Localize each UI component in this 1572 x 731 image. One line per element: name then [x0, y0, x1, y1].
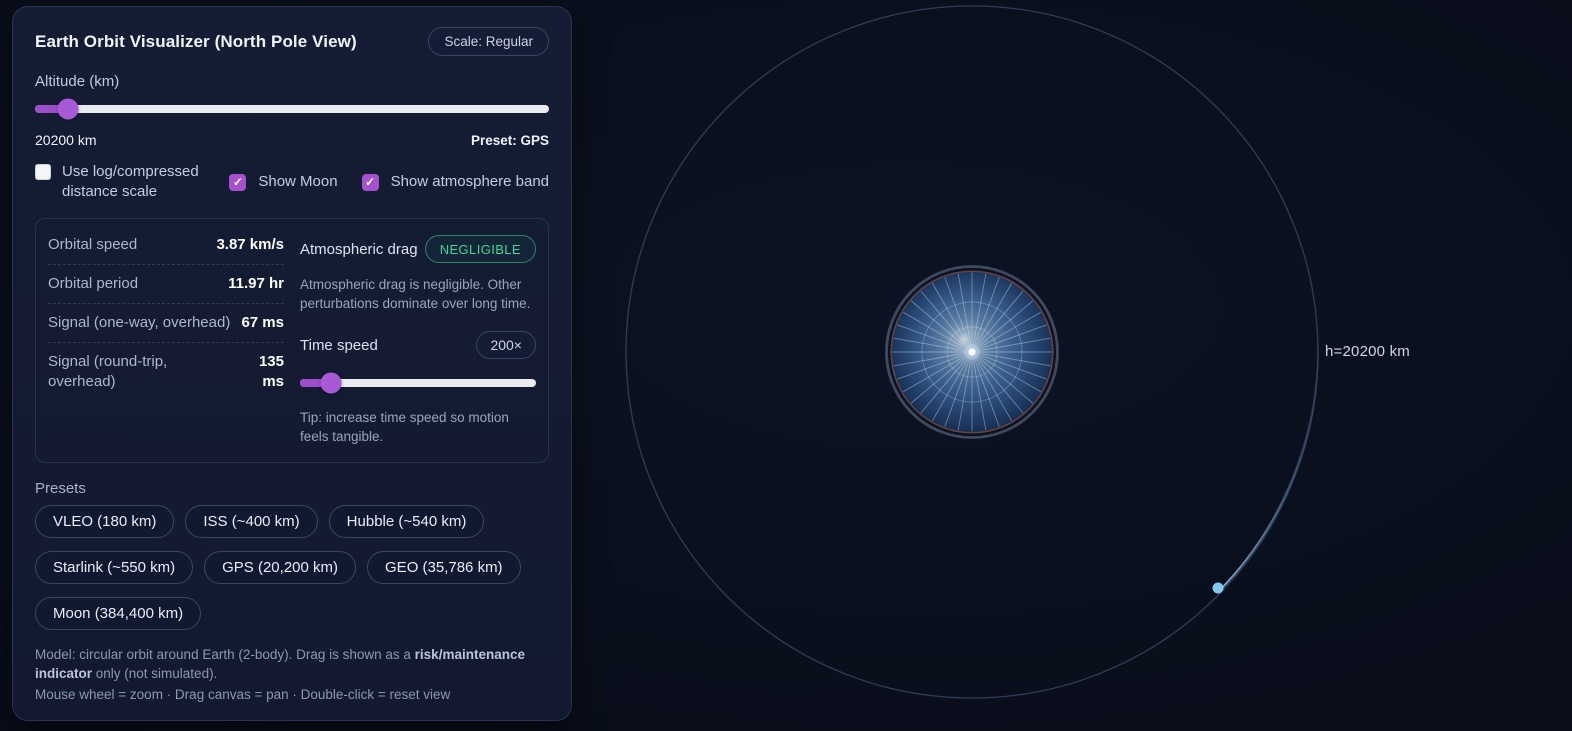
drag-status-badge: NEGLIGIBLE — [424, 235, 536, 263]
model-note-text: Model: circular orbit around Earth (2-bo… — [35, 647, 415, 662]
toggles-row: ✓ Use log/compressed distance scale ✓ Sh… — [35, 162, 549, 202]
stat-label: Orbital period — [48, 275, 139, 292]
drag-description: Atmospheric drag is negligible. Other pe… — [300, 277, 531, 311]
show-moon-checkbox[interactable]: ✓ — [229, 173, 247, 191]
preset-button-starlink[interactable]: Starlink (~550 km) — [35, 551, 194, 584]
time-speed-label: Time speed — [300, 336, 378, 354]
stat-row: Orbital speed 3.87 km/s — [48, 233, 284, 265]
preset-button-moon[interactable]: Moon (384,400 km) — [35, 597, 202, 630]
altitude-slider-track[interactable] — [35, 104, 549, 113]
altitude-slider-thumb[interactable] — [57, 98, 79, 119]
show-atmosphere-checkbox[interactable]: ✓ — [361, 173, 379, 191]
altitude-value: 20200 km — [35, 132, 97, 148]
altitude-values-row: 20200 km Preset: GPS — [35, 132, 549, 148]
preset-button-vleo[interactable]: VLEO (180 km) — [35, 505, 175, 538]
scale-mode-badge[interactable]: Scale: Regular — [428, 27, 549, 56]
orbit-trail — [1219, 320, 1319, 591]
stat-value: 135 ms — [258, 353, 284, 390]
stat-row: Signal (one-way, overhead) 67 ms — [48, 304, 284, 343]
time-speed-slider[interactable] — [300, 372, 536, 393]
active-preset-label: Preset: GPS — [470, 133, 549, 148]
stat-value: 3.87 km/s — [216, 236, 284, 253]
atmospheric-drag-label: Atmospheric drag — [300, 240, 418, 258]
stat-value: 11.97 hr — [228, 275, 284, 292]
preset-button-hubble[interactable]: Hubble (~540 km) — [328, 505, 485, 538]
presets-heading: Presets — [35, 480, 86, 497]
preset-button-gps[interactable]: GPS (20,200 km) — [204, 551, 357, 584]
time-speed-row: Time speed 200× — [300, 331, 536, 359]
preset-button-iss[interactable]: ISS (~400 km) — [185, 505, 318, 538]
toggle-show-moon[interactable]: ✓ Show Moon — [229, 172, 338, 192]
page-title: Earth Orbit Visualizer (North Pole View) — [35, 31, 357, 51]
toggle-label: Show Moon — [258, 173, 338, 190]
panel-header: Earth Orbit Visualizer (North Pole View)… — [35, 27, 549, 56]
drag-and-time-section: Atmospheric drag NEGLIGIBLE Atmospheric … — [300, 233, 536, 446]
stat-value: 67 ms — [241, 314, 284, 331]
checkmark-icon: ✓ — [232, 175, 243, 189]
toggle-label: Use log/compressed distance scale — [62, 163, 199, 200]
mouse-hints: Mouse wheel = zoom · Drag canvas = pan ·… — [35, 687, 451, 702]
atmospheric-drag-row: Atmospheric drag NEGLIGIBLE — [300, 235, 536, 263]
orbit-altitude-label: h=20200 km — [1325, 343, 1410, 360]
model-note-suffix: only (not simulated). — [92, 666, 218, 681]
control-panel: Earth Orbit Visualizer (North Pole View)… — [12, 6, 572, 721]
time-speed-badge: 200× — [476, 331, 536, 359]
log-scale-checkbox[interactable]: ✓ — [35, 164, 51, 180]
stats-card: Orbital speed 3.87 km/s Orbital period 1… — [35, 218, 549, 463]
stat-row: Orbital period 11.97 hr — [48, 265, 284, 304]
satellite-dot — [1212, 582, 1224, 594]
altitude-label: Altitude (km) — [35, 73, 120, 90]
time-slider-thumb[interactable] — [320, 372, 342, 393]
stats-list: Orbital speed 3.87 km/s Orbital period 1… — [48, 233, 284, 446]
stat-row: Signal (round-trip, overhead) 135 ms — [48, 343, 284, 401]
stat-label: Signal (round-trip, overhead) — [48, 353, 168, 390]
checkmark-icon: ✓ — [365, 175, 376, 189]
time-speed-tip: Tip: increase time speed so motion feels… — [300, 410, 509, 444]
presets-group: VLEO (180 km) ISS (~400 km) Hubble (~540… — [35, 505, 549, 630]
toggle-label: Show atmosphere band — [390, 173, 549, 190]
footer-notes: Model: circular orbit around Earth (2-bo… — [35, 645, 549, 704]
preset-button-geo[interactable]: GEO (35,786 km) — [367, 551, 521, 584]
stat-label: Signal (one-way, overhead) — [48, 314, 231, 331]
stat-label: Orbital speed — [48, 236, 138, 253]
altitude-slider[interactable] — [35, 98, 549, 119]
model-note: Model: circular orbit around Earth (2-bo… — [35, 645, 549, 683]
toggle-show-atmosphere[interactable]: ✓ Show atmosphere band — [361, 172, 549, 192]
pole-dot — [968, 348, 976, 356]
toggle-log-scale[interactable]: ✓ Use log/compressed distance scale — [35, 162, 205, 202]
